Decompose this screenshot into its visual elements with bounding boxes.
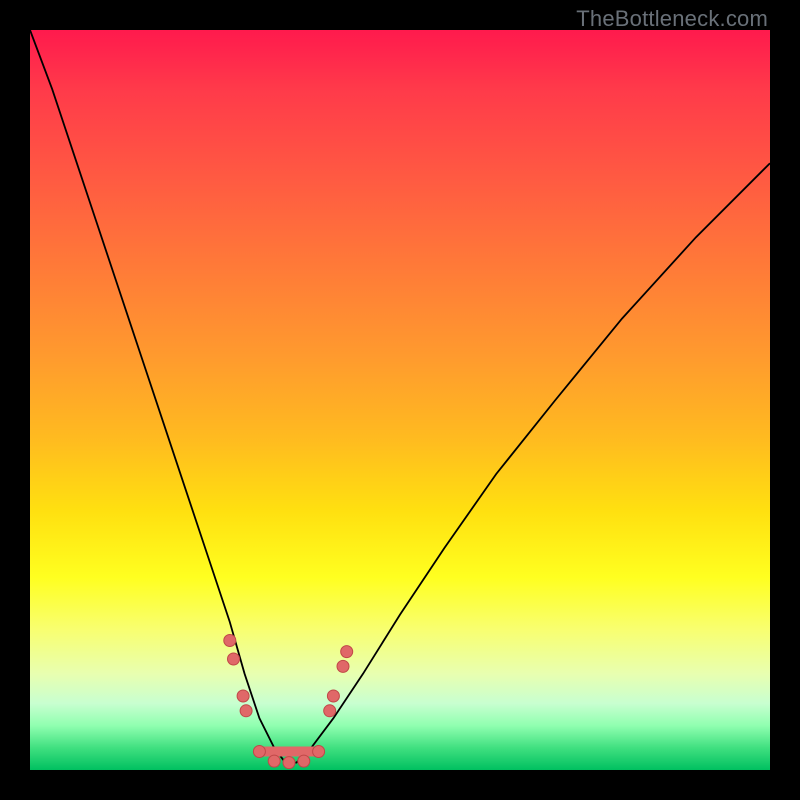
curve-marker: [240, 705, 252, 717]
curve-marker: [224, 635, 236, 647]
curve-marker: [324, 705, 336, 717]
curve-marker: [298, 755, 310, 767]
curve-marker: [341, 646, 353, 658]
watermark-text: TheBottleneck.com: [576, 6, 768, 32]
curve-marker: [283, 757, 295, 769]
curve-marker: [237, 690, 249, 702]
bottleneck-curve: [30, 30, 770, 763]
curve-marker: [228, 653, 240, 665]
curve-marker: [327, 690, 339, 702]
chart-frame: TheBottleneck.com: [0, 0, 800, 800]
plot-area: [30, 30, 770, 770]
curve-svg: [30, 30, 770, 770]
curve-marker: [253, 746, 265, 758]
curve-marker: [313, 746, 325, 758]
curve-marker: [337, 660, 349, 672]
curve-marker: [268, 755, 280, 767]
